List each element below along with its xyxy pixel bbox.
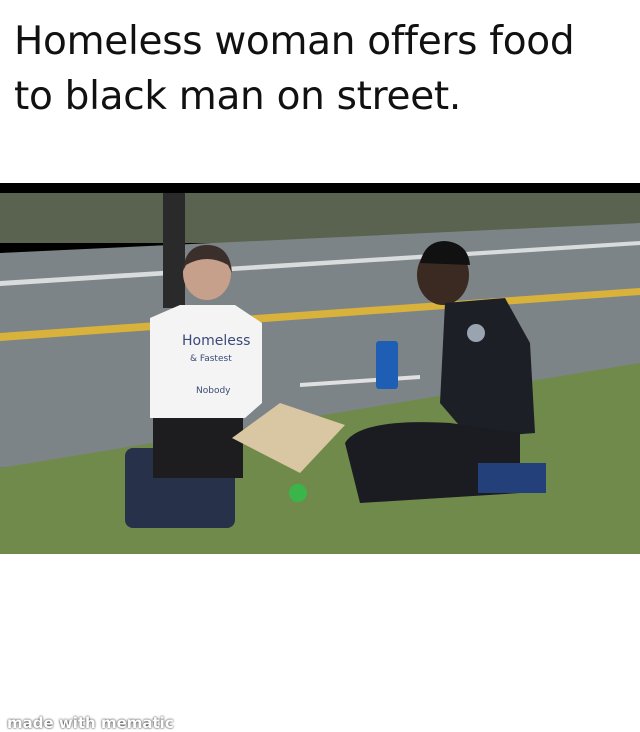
meme-photo: Homeless & Fastest Nobody made with mema… xyxy=(0,183,640,732)
shirt-text-2: & Fastest xyxy=(190,354,232,364)
caption-line-1: Homeless woman offers food xyxy=(14,19,575,64)
photo-scene: Homeless & Fastest Nobody xyxy=(0,193,640,554)
meme-caption: Homeless woman offers food to black man … xyxy=(14,14,634,124)
shirt-text-3: Nobody xyxy=(196,386,231,396)
mematic-watermark: made with mematic xyxy=(7,714,174,732)
soda-cup xyxy=(376,341,398,389)
green-bottle xyxy=(289,484,307,502)
sign-pole xyxy=(163,193,185,308)
caption-line-2: to black man on street. xyxy=(14,74,462,119)
shirt-text-1: Homeless xyxy=(182,333,250,349)
